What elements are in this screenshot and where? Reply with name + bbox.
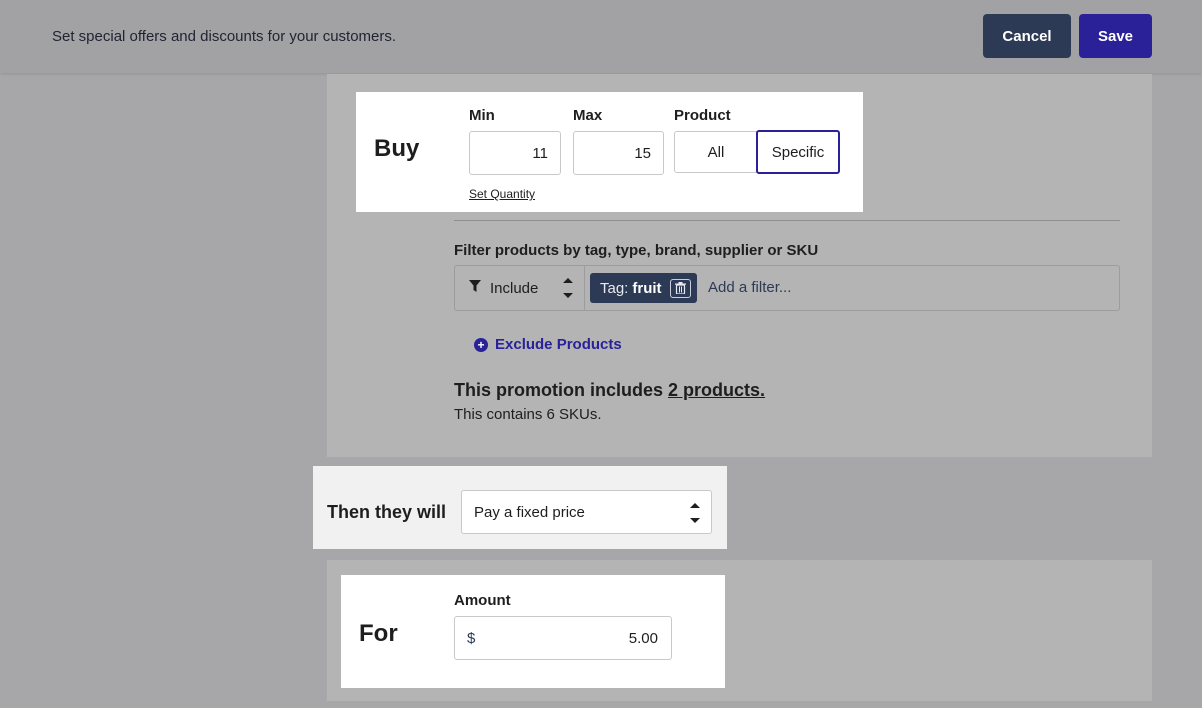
up-down-arrows-icon bbox=[689, 501, 701, 529]
then-action-select[interactable]: Pay a fixed price bbox=[461, 490, 712, 534]
cancel-button[interactable]: Cancel bbox=[983, 14, 1071, 58]
amount-value: 5.00 bbox=[628, 630, 658, 647]
promotion-summary: This promotion includes 2 products. bbox=[454, 380, 765, 401]
set-quantity-link[interactable]: Set Quantity bbox=[469, 187, 535, 201]
add-filter-input[interactable]: Add a filter... bbox=[708, 279, 791, 296]
tag-prefix: Tag: bbox=[600, 279, 629, 297]
product-all-option[interactable]: All bbox=[674, 131, 758, 173]
tag-value: fruit bbox=[632, 279, 662, 297]
sku-summary: This contains 6 SKUs. bbox=[454, 406, 602, 423]
product-specific-option[interactable]: Specific bbox=[756, 130, 840, 174]
then-label: Then they will bbox=[327, 502, 447, 522]
amount-label: Amount bbox=[454, 592, 511, 609]
page-subtitle: Set special offers and discounts for you… bbox=[52, 28, 397, 45]
filter-mode-select[interactable]: Include bbox=[455, 266, 585, 310]
max-label: Max bbox=[573, 107, 603, 124]
trash-icon[interactable] bbox=[669, 278, 691, 298]
funnel-icon bbox=[469, 280, 481, 298]
min-label: Min bbox=[469, 107, 495, 124]
for-title: For bbox=[359, 620, 398, 647]
product-label: Product bbox=[674, 107, 731, 124]
filter-mode-value: Include bbox=[490, 280, 539, 297]
exclude-products-button[interactable]: + Exclude Products bbox=[474, 336, 622, 353]
max-quantity-input[interactable] bbox=[573, 131, 664, 175]
buy-title: Buy bbox=[374, 135, 420, 162]
buy-card: Buy Min Max Product All Specific Set Qua… bbox=[356, 92, 863, 212]
save-button[interactable]: Save bbox=[1079, 14, 1152, 58]
up-down-arrows-icon bbox=[562, 276, 574, 305]
min-quantity-input[interactable] bbox=[469, 131, 561, 175]
then-action-value: Pay a fixed price bbox=[474, 503, 585, 521]
currency-symbol: $ bbox=[467, 630, 476, 647]
tag-filter-chip: Tag: fruit bbox=[590, 273, 697, 303]
filter-bar: Include Tag: fruit Add a filter... bbox=[454, 265, 1120, 311]
plus-circle-icon: + bbox=[474, 337, 488, 352]
page-header: Set special offers and discounts for you… bbox=[0, 0, 1202, 73]
exclude-products-label: Exclude Products bbox=[495, 336, 622, 353]
amount-input[interactable]: $ 5.00 bbox=[454, 616, 672, 660]
filter-label: Filter products by tag, type, brand, sup… bbox=[454, 242, 819, 259]
summary-prefix: This promotion includes bbox=[454, 380, 664, 400]
section-divider bbox=[454, 220, 1120, 221]
products-count-link[interactable]: 2 products. bbox=[668, 380, 765, 400]
